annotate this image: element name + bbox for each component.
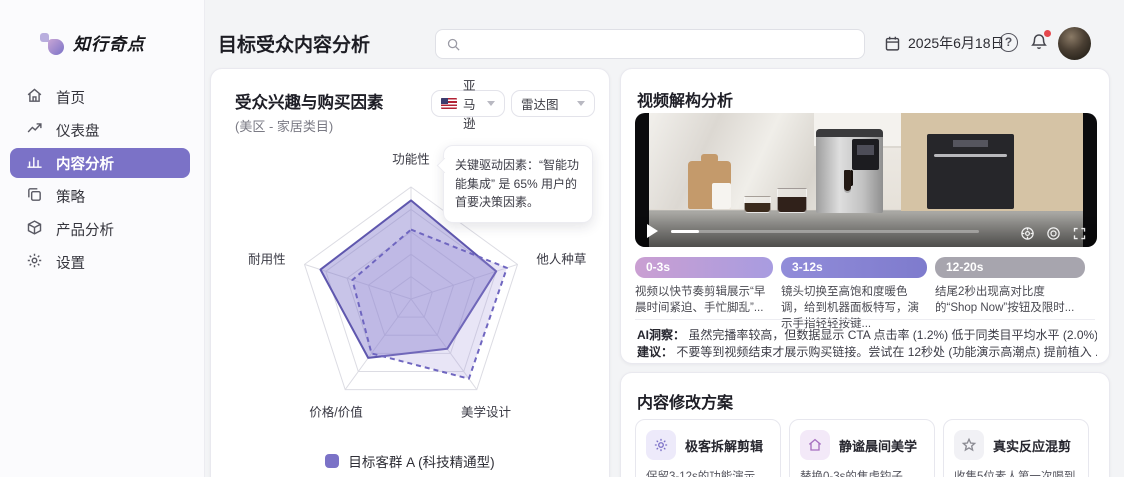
svg-text:价格/价值: 价格/价值: [309, 404, 362, 419]
svg-text:他人种草: 他人种草: [536, 253, 586, 267]
plan-title: 静谧晨间美学: [839, 438, 918, 454]
radar-tooltip: 关键驱动因素：“智能功能集成” 是 65% 用户的首要决策因素。: [443, 145, 593, 223]
ai-suggestion-label: 建议：: [637, 345, 674, 359]
sidebar-item-content-analytics[interactable]: 内容分析: [10, 148, 190, 178]
chart-type-select[interactable]: 雷达图: [511, 90, 595, 117]
segment-chip-3-12s[interactable]: 3-12s: [781, 257, 927, 278]
sidebar: 知行奇点 首页 仪表盘 内容分析 策略 产品分析 设置: [0, 0, 205, 477]
card-title: 视频解构分析: [637, 93, 734, 110]
legend-label: 目标客群 A (科技精通型): [348, 455, 495, 470]
svg-text:功能性: 功能性: [392, 152, 430, 166]
ai-insight-line: AI洞察： 虽然完播率较高，但数据显示 CTA 点击率 (1.2%) 低于同类目…: [637, 326, 1097, 343]
sidebar-item-label: 策略: [56, 189, 85, 206]
product-analytics-icon: [26, 219, 43, 240]
sidebar-item-label: 首页: [56, 90, 85, 107]
brand-name: 知行奇点: [73, 35, 145, 54]
plan-desc: 收集5位素人第一次喝到咖: [954, 471, 1076, 477]
chevron-down-icon: [487, 101, 495, 106]
notifications-button[interactable]: [1030, 30, 1051, 52]
brand-logo[interactable]: 知行奇点: [40, 30, 145, 55]
plan-card-geek-edit[interactable]: 极客拆解剪辑 保留3-12s的功能演示，但: [635, 419, 781, 477]
white-jar: [711, 182, 732, 210]
strategy-icon: [26, 186, 43, 207]
segment-chip-12-20s[interactable]: 12-20s: [935, 257, 1085, 278]
sidebar-item-home[interactable]: 首页: [10, 82, 190, 112]
help-icon[interactable]: ?: [999, 33, 1018, 52]
plan-card-real-reactions[interactable]: 真实反应混剪 收集5位素人第一次喝到咖: [943, 419, 1089, 477]
sidebar-item-dashboard[interactable]: 仪表盘: [10, 115, 190, 145]
ai-suggestion-line: 建议： 不要等到视频结束才展示购买链接。尝试在 12秒处 (功能演示高潮点) 提…: [637, 343, 1097, 360]
video-quality-icon[interactable]: [1046, 226, 1061, 241]
home-icon: [800, 430, 830, 460]
plan-card-morning-aesthetic[interactable]: 静谧晨间美学 替换0-3s的焦虑钩子，改: [789, 419, 935, 477]
date-picker[interactable]: 2025年6月18日: [884, 33, 1005, 53]
audience-factors-card: 受众兴趣与购买因素 (美区 - 家居类目) 亚马逊 雷达图 功能性他人种草美学设…: [210, 68, 610, 477]
video-progress-bar[interactable]: [671, 230, 979, 233]
built-in-oven: [926, 134, 1014, 210]
plan-desc: 替换0-3s的焦虑钩子，改: [800, 471, 915, 477]
content-analytics-icon: [26, 153, 43, 174]
content-plans-card: 内容修改方案 极客拆解剪辑 保留3-12s的功能演示，但 静谧晨间美学: [620, 372, 1110, 477]
search-input[interactable]: [468, 31, 856, 57]
coffee-maker: [816, 129, 884, 214]
search-box: [435, 29, 865, 59]
card-title: 受众兴趣与购买因素: [235, 94, 384, 112]
divider: [635, 319, 1095, 320]
plan-title: 真实反应混剪: [993, 438, 1072, 454]
sidebar-item-label: 设置: [56, 255, 85, 272]
video-settings-icon[interactable]: [1020, 226, 1035, 241]
plan-desc: 保留3-12s的功能演示，但: [646, 471, 767, 477]
video-player[interactable]: [635, 113, 1097, 247]
chevron-down-icon: [577, 101, 585, 106]
sidebar-item-settings[interactable]: 设置: [10, 247, 190, 277]
page-title: 目标受众内容分析: [218, 35, 371, 56]
legend-swatch: [325, 454, 340, 468]
marketplace-value: 亚马逊: [463, 79, 476, 131]
dashboard-icon: [26, 120, 43, 141]
sidebar-item-product-analytics[interactable]: 产品分析: [10, 214, 190, 244]
video-controls: [635, 213, 1097, 247]
current-date: 2025年6月18日: [908, 35, 1005, 51]
coffee-glass: [777, 188, 808, 214]
ai-suggestion-text: 不要等到视频结束才展示购买链接。尝试在 12秒处 (功能演示高潮点) 提前植入 …: [676, 345, 1097, 359]
sidebar-nav: 首页 仪表盘 内容分析 策略 产品分析 设置: [10, 82, 190, 280]
sidebar-item-label: 仪表盘: [56, 123, 100, 140]
notification-dot: [1044, 30, 1051, 37]
video-analysis-card: 视频解构分析 0-3s 3-12s 12-20s 视频以快节奏剪辑展示“早晨时间…: [620, 68, 1110, 364]
us-flag-icon: [441, 98, 457, 109]
ai-insight-label: AI洞察：: [637, 328, 686, 342]
brand-logo-icon: [40, 31, 64, 55]
card-title: 内容修改方案: [637, 395, 734, 412]
sidebar-item-label: 内容分析: [56, 156, 114, 173]
star-icon: [954, 430, 984, 460]
calendar-icon: [885, 36, 900, 51]
svg-text:耐用性: 耐用性: [248, 253, 286, 267]
plan-list: 极客拆解剪辑 保留3-12s的功能演示，但 静谧晨间美学 替换0-3s的焦虑钩子…: [635, 419, 1089, 477]
coffee-cup: [744, 196, 771, 214]
ai-insight-text: 虽然完播率较高，但数据显示 CTA 点击率 (1.2%) 低于同类目平均水平 (…: [688, 328, 1097, 342]
progress-fill: [671, 230, 699, 233]
chart-legend: 目标客群 A (科技精通型): [211, 451, 609, 471]
svg-text:美学设计: 美学设计: [461, 404, 511, 419]
search-icon: [447, 38, 460, 51]
sidebar-item-strategy[interactable]: 策略: [10, 181, 190, 211]
play-button[interactable]: [647, 224, 658, 238]
app-window: 知行奇点 首页 仪表盘 内容分析 策略 产品分析 设置 目标受众内容分析 202…: [0, 0, 1124, 477]
segment-chip-0-3s[interactable]: 0-3s: [635, 257, 773, 278]
home-icon: [26, 87, 43, 108]
gear-icon: [646, 430, 676, 460]
plan-title: 极客拆解剪辑: [685, 438, 764, 454]
card-subtitle: (美区 - 家居类目): [235, 119, 334, 134]
timeline-segments: 0-3s 3-12s 12-20s: [635, 257, 1085, 278]
chart-type-value: 雷达图: [521, 98, 559, 112]
marketplace-select[interactable]: 亚马逊: [431, 79, 505, 131]
user-avatar[interactable]: [1058, 27, 1091, 60]
fullscreen-icon[interactable]: [1072, 226, 1087, 241]
sidebar-item-label: 产品分析: [56, 222, 114, 239]
settings-icon: [26, 252, 43, 273]
